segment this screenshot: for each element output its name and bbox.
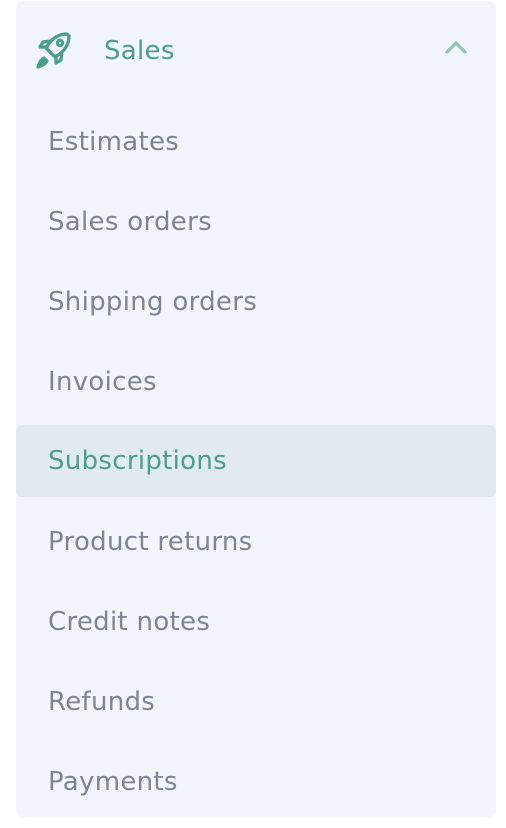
menu-item-payments[interactable]: Payments: [16, 746, 496, 818]
menu-item-label: Credit notes: [48, 607, 211, 637]
menu-item-shipping-orders[interactable]: Shipping orders: [16, 266, 496, 338]
menu-item-invoices[interactable]: Invoices: [16, 346, 496, 418]
sales-menu-panel: Sales Estimates Sales orders Shipping or…: [16, 1, 496, 817]
menu-item-label: Sales orders: [48, 207, 212, 237]
menu-item-label: Estimates: [48, 127, 180, 157]
rocket-icon: [36, 32, 71, 69]
menu-item-label: Payments: [48, 767, 178, 797]
menu-item-refunds[interactable]: Refunds: [16, 666, 496, 738]
menu-item-label: Product returns: [48, 527, 253, 557]
menu-item-label: Subscriptions: [48, 446, 227, 476]
menu-item-credit-notes[interactable]: Credit notes: [16, 586, 496, 658]
menu-item-product-returns[interactable]: Product returns: [16, 506, 496, 578]
menu-item-label: Shipping orders: [48, 287, 258, 317]
sales-section-header[interactable]: Sales: [16, 1, 496, 101]
menu-item-sales-orders[interactable]: Sales orders: [16, 186, 496, 258]
menu-item-label: Invoices: [48, 367, 157, 397]
menu-item-estimates[interactable]: Estimates: [16, 106, 496, 178]
menu-item-subscriptions[interactable]: Subscriptions: [16, 425, 496, 497]
sales-section-title: Sales: [104, 36, 175, 66]
chevron-up-icon[interactable]: [444, 39, 468, 55]
menu-item-label: Refunds: [48, 687, 156, 717]
